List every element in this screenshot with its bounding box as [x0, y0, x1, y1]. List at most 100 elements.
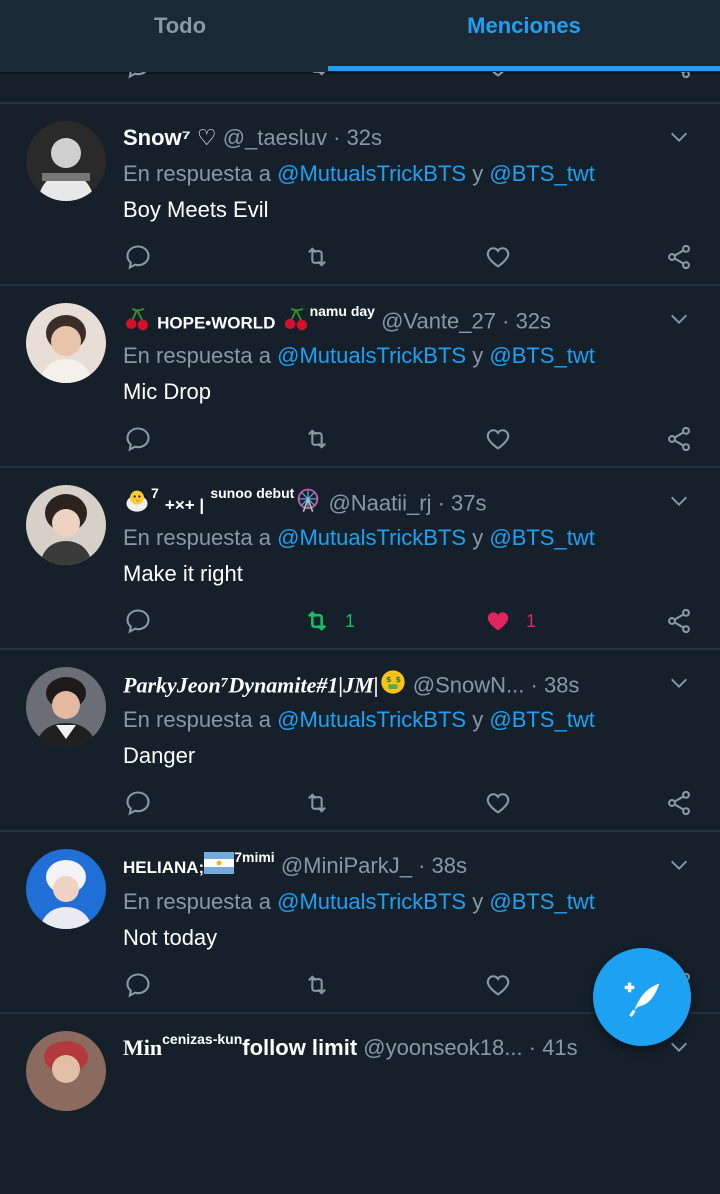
chevron-down-icon[interactable]	[668, 126, 690, 148]
reply-and: y	[472, 889, 484, 914]
chevron-down-icon[interactable]	[668, 854, 690, 876]
chevron-down-icon[interactable]	[668, 490, 690, 512]
reply-button[interactable]	[124, 786, 152, 820]
mention-link[interactable]: @BTS_twt	[489, 161, 594, 186]
cherries-emoji	[123, 304, 151, 336]
avatar[interactable]	[26, 667, 106, 747]
like-button[interactable]	[484, 786, 512, 820]
chick-emoji	[123, 486, 151, 518]
like-button[interactable]: 1	[484, 604, 536, 638]
mention-link[interactable]: @BTS_twt	[489, 525, 594, 550]
like-button[interactable]	[484, 240, 512, 274]
svg-text:$: $	[395, 674, 401, 684]
username[interactable]: @yoonseok18...	[363, 1035, 522, 1060]
share-button[interactable]	[665, 422, 693, 456]
display-name[interactable]: Snow⁷ ♡	[123, 125, 217, 150]
timestamp[interactable]: 32s	[347, 125, 382, 150]
reply-button[interactable]	[124, 240, 152, 274]
tweet-header: HOPE•WORLD namu day @Vante_27 · 32s	[123, 304, 660, 336]
avatar[interactable]	[26, 849, 106, 929]
reply-prefix: En respuesta a	[123, 343, 271, 368]
tab-todo[interactable]: Todo	[0, 0, 360, 68]
retweet-button[interactable]	[303, 240, 331, 274]
timestamp[interactable]: 37s	[451, 490, 486, 515]
tweet[interactable]: 7 +×+ | sunoo debut @Naatii_rj · 37s En …	[0, 466, 720, 648]
mention-link[interactable]: @BTS_twt	[489, 889, 594, 914]
reply-prefix: En respuesta a	[123, 707, 271, 732]
reply-button[interactable]	[124, 968, 152, 1002]
tweet-text: Not today	[123, 925, 218, 950]
mention-link[interactable]: @MutualsTrickBTS	[277, 525, 466, 550]
username[interactable]: @MiniParkJ_	[281, 853, 412, 878]
tweet-actions	[0, 422, 720, 458]
chevron-down-icon[interactable]	[668, 672, 690, 694]
ferris-wheel-emoji	[294, 486, 322, 518]
avatar[interactable]	[26, 1031, 106, 1111]
retweet-icon	[308, 247, 326, 267]
username[interactable]: @_taesluv	[223, 125, 327, 150]
tweet[interactable]: Mincenizas-kunfollow limit @yoonseok18..…	[0, 1012, 720, 1194]
reply-context: En respuesta a @MutualsTrickBTS y @BTS_t…	[123, 704, 595, 736]
retweet-icon	[308, 793, 326, 813]
retweet-button[interactable]	[303, 422, 331, 456]
share-button[interactable]	[665, 604, 693, 638]
mention-link[interactable]: @MutualsTrickBTS	[277, 161, 466, 186]
reply-context: En respuesta a @MutualsTrickBTS y @BTS_t…	[123, 522, 595, 554]
tweet-header: ParkyJeon⁷Dynamite#1|JM| $ $ @SnowN... · 3…	[123, 668, 660, 700]
separator-dot: ·	[418, 853, 426, 878]
chevron-down-icon[interactable]	[668, 308, 690, 330]
mention-link[interactable]: @BTS_twt	[489, 707, 594, 732]
retweet-button[interactable]	[303, 968, 331, 1002]
share-button[interactable]	[665, 240, 693, 274]
timestamp[interactable]: 41s	[542, 1035, 577, 1060]
mention-link[interactable]: @MutualsTrickBTS	[277, 343, 466, 368]
reply-context: En respuesta a @MutualsTrickBTS y @BTS_t…	[123, 158, 595, 190]
heart-filled-icon	[487, 612, 509, 631]
retweet-button[interactable]	[303, 786, 331, 820]
reply-button[interactable]	[124, 604, 152, 638]
display-name[interactable]: HOPE•WORLD	[157, 313, 275, 332]
mention-link[interactable]: @BTS_twt	[489, 343, 594, 368]
tweet[interactable]: HOPE•WORLD namu day @Vante_27 · 32s En r…	[0, 284, 720, 466]
like-button[interactable]	[484, 968, 512, 1002]
tweet-header: Snow⁷ ♡ @_taesluv · 32s	[123, 122, 660, 154]
reply-icon	[126, 245, 150, 270]
display-name-superscript: cenizas-kun	[162, 1032, 243, 1047]
money-mouth-face-emoji: $ $	[379, 668, 407, 700]
timestamp[interactable]: 38s	[432, 853, 467, 878]
username[interactable]: @Naatii_rj	[328, 490, 431, 515]
display-name-tail[interactable]: follow limit	[242, 1035, 357, 1060]
mention-link[interactable]: @MutualsTrickBTS	[277, 707, 466, 732]
display-name[interactable]: Min	[123, 1035, 162, 1060]
display-name[interactable]: ParkyJeon⁷Dynamite#1|JM|	[123, 672, 379, 697]
mention-link[interactable]: @MutualsTrickBTS	[277, 889, 466, 914]
compose-tweet-button[interactable]	[593, 948, 691, 1046]
retweet-icon	[308, 975, 326, 995]
chevron-down-icon[interactable]	[668, 1036, 690, 1058]
display-name[interactable]: +×+ |	[165, 495, 204, 514]
tweet[interactable]: ParkyJeon⁷Dynamite#1|JM| $ $ @SnowN... · 3…	[0, 648, 720, 830]
username[interactable]: @Vante_27	[381, 308, 496, 333]
timestamp[interactable]: 32s	[516, 308, 551, 333]
tab-menciones[interactable]: Menciones	[344, 0, 704, 68]
username[interactable]: @SnowN...	[413, 672, 525, 697]
share-button[interactable]	[665, 786, 693, 820]
avatar[interactable]	[26, 303, 106, 383]
avatar[interactable]	[26, 485, 106, 565]
tweet-text: Danger	[123, 743, 196, 768]
avatar[interactable]	[26, 121, 106, 201]
svg-text:$: $	[386, 674, 392, 684]
timestamp[interactable]: 38s	[544, 672, 579, 697]
tweet[interactable]: Snow⁷ ♡ @_taesluv · 32s En respuesta a @…	[0, 102, 720, 284]
share-icon	[668, 790, 690, 816]
like-button[interactable]	[484, 422, 512, 456]
tab-bar: Todo Menciones	[0, 0, 720, 72]
tweet-header: HELIANA; 7mimi @MiniParkJ_ · 38s	[123, 850, 660, 882]
reply-icon	[126, 609, 150, 634]
reply-icon	[126, 427, 150, 452]
separator-dot: ·	[502, 308, 510, 334]
reply-button[interactable]	[124, 422, 152, 456]
display-name[interactable]: HELIANA;	[123, 858, 204, 877]
retweet-icon	[308, 429, 326, 449]
retweet-button[interactable]: 1	[303, 604, 355, 638]
